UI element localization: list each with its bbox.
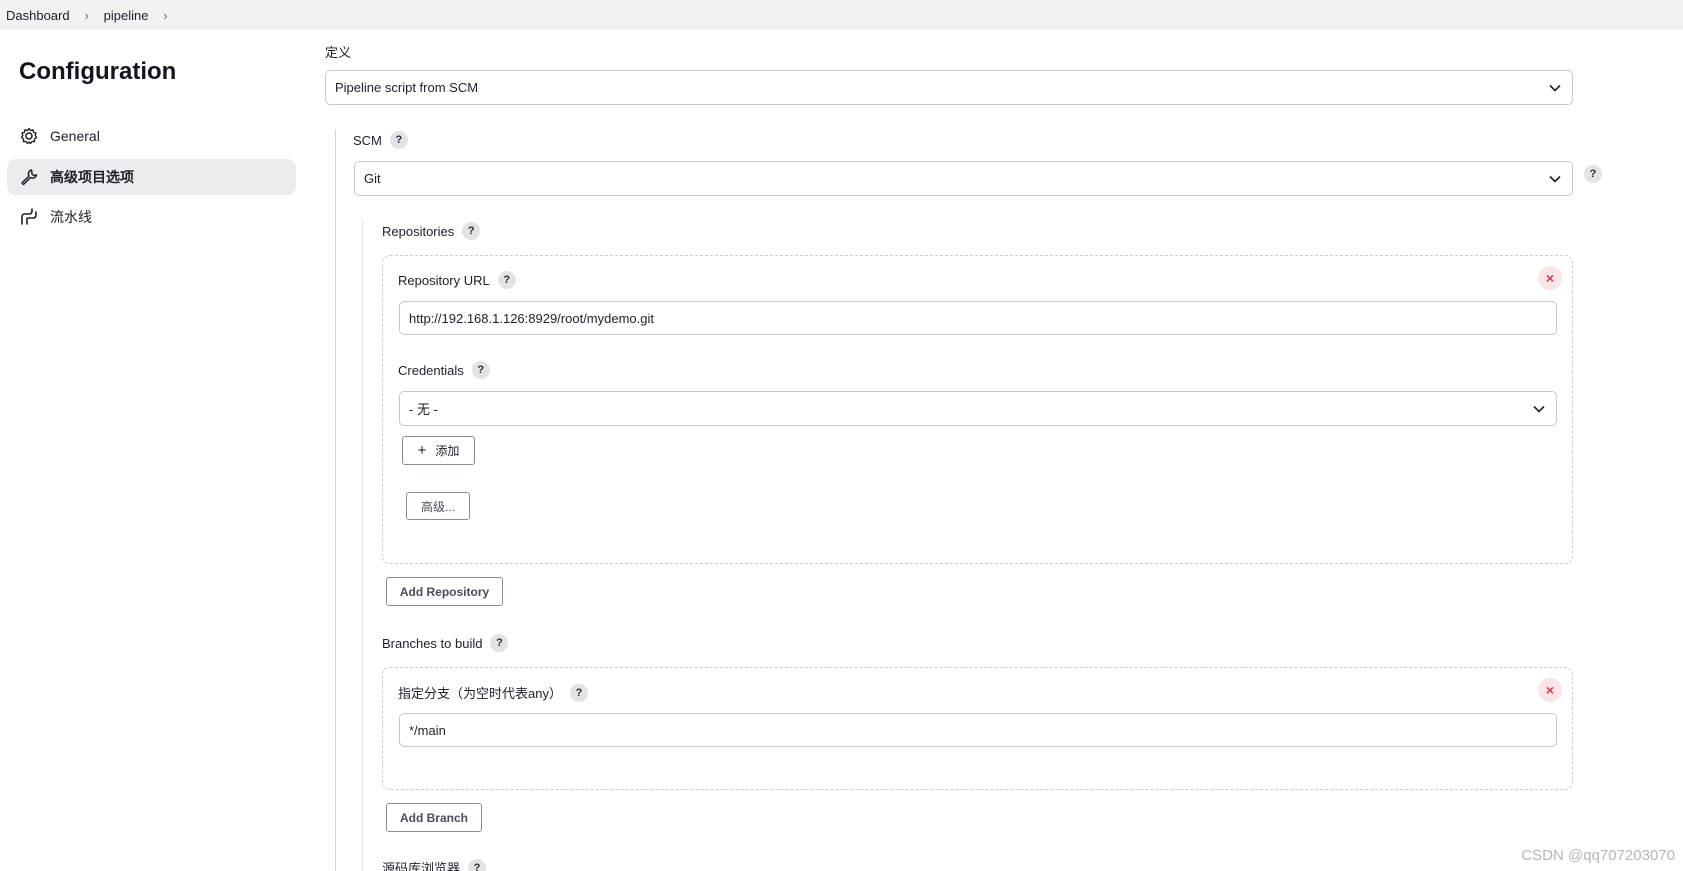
sidebar-item-general[interactable]: General (7, 118, 296, 154)
credentials-select[interactable]: - 无 - (399, 391, 1557, 426)
branch-specifier-label: 指定分支（为空时代表any） ? (398, 683, 588, 702)
breadcrumb-pipeline[interactable]: pipeline (104, 8, 149, 23)
definition-label-text: 定义 (325, 45, 352, 60)
sidebar-item-label: General (50, 128, 100, 144)
sidebar-item-pipeline[interactable]: 流水线 (7, 199, 296, 235)
chevron-down-icon (1533, 405, 1545, 413)
pipeline-icon (19, 207, 39, 227)
credentials-label: Credentials ? (398, 361, 490, 379)
scm-select[interactable]: Git (354, 161, 1573, 196)
repository-url-label-text: Repository URL (398, 272, 490, 288)
help-icon[interactable]: ? (569, 683, 588, 702)
chevron-down-icon (1549, 84, 1561, 92)
repository-url-label: Repository URL ? (398, 271, 516, 289)
repositories-label-text: Repositories (382, 223, 455, 239)
scm-label: SCM ? (353, 131, 408, 149)
help-icon[interactable]: ? (389, 131, 408, 149)
help-icon[interactable]: ? (462, 222, 481, 240)
help-icon[interactable]: ? (468, 858, 487, 871)
credentials-select-value: - 无 - (409, 402, 438, 417)
repositories-label: Repositories ? (382, 222, 481, 240)
section-guide-line (362, 220, 363, 871)
add-repository-button[interactable]: Add Repository (386, 577, 503, 606)
help-icon[interactable]: ? (497, 271, 516, 289)
add-branch-label: Add Branch (399, 810, 468, 825)
repository-browser-label-text: 源码库浏览器 (382, 861, 461, 871)
branch-specifier-label-text: 指定分支（为空时代表any） (398, 686, 562, 701)
definition-label: 定义 (325, 42, 351, 61)
plus-icon: + (417, 442, 427, 459)
add-credentials-button[interactable]: + 添加 (402, 436, 475, 465)
credentials-label-text: Credentials (398, 362, 464, 378)
chevron-right-icon[interactable]: › (77, 8, 97, 23)
gear-icon (19, 126, 39, 146)
repository-browser-label: 源码库浏览器 ? (382, 858, 487, 871)
watermark: CSDN @qq707203070 (1521, 847, 1675, 864)
advanced-button[interactable]: 高级... (406, 492, 470, 520)
add-repository-label: Add Repository (399, 584, 490, 599)
help-icon[interactable]: ? (490, 634, 509, 652)
definition-select-value: Pipeline script from SCM (335, 80, 479, 95)
sidebar-item-label: 流水线 (50, 209, 92, 225)
help-icon[interactable]: ? (471, 361, 490, 379)
close-icon[interactable]: × (1538, 266, 1562, 290)
branches-label-text: Branches to build (382, 635, 483, 651)
branches-label: Branches to build ? (382, 634, 509, 652)
scm-label-text: SCM (353, 132, 382, 148)
add-branch-button[interactable]: Add Branch (386, 803, 482, 832)
sidebar-item-label: 高级项目选项 (50, 169, 134, 185)
branch-specifier-input[interactable] (399, 713, 1557, 747)
add-credentials-label: 添加 (435, 444, 460, 458)
chevron-right-icon[interactable]: › (155, 8, 175, 23)
definition-select[interactable]: Pipeline script from SCM (325, 70, 1573, 105)
advanced-button-label: 高级... (420, 499, 455, 514)
scm-select-value: Git (364, 171, 381, 186)
page-title: Configuration (19, 58, 177, 85)
help-icon[interactable]: ? (1584, 165, 1602, 183)
breadcrumb-dashboard[interactable]: Dashboard (6, 8, 70, 23)
close-icon[interactable]: × (1538, 678, 1562, 702)
breadcrumb: Dashboard › pipeline › (0, 0, 1683, 30)
section-guide-line (335, 130, 336, 871)
wrench-icon (19, 167, 39, 187)
chevron-down-icon (1549, 175, 1561, 183)
sidebar-item-advanced[interactable]: 高级项目选项 (7, 159, 296, 195)
repository-url-input[interactable] (399, 301, 1557, 335)
